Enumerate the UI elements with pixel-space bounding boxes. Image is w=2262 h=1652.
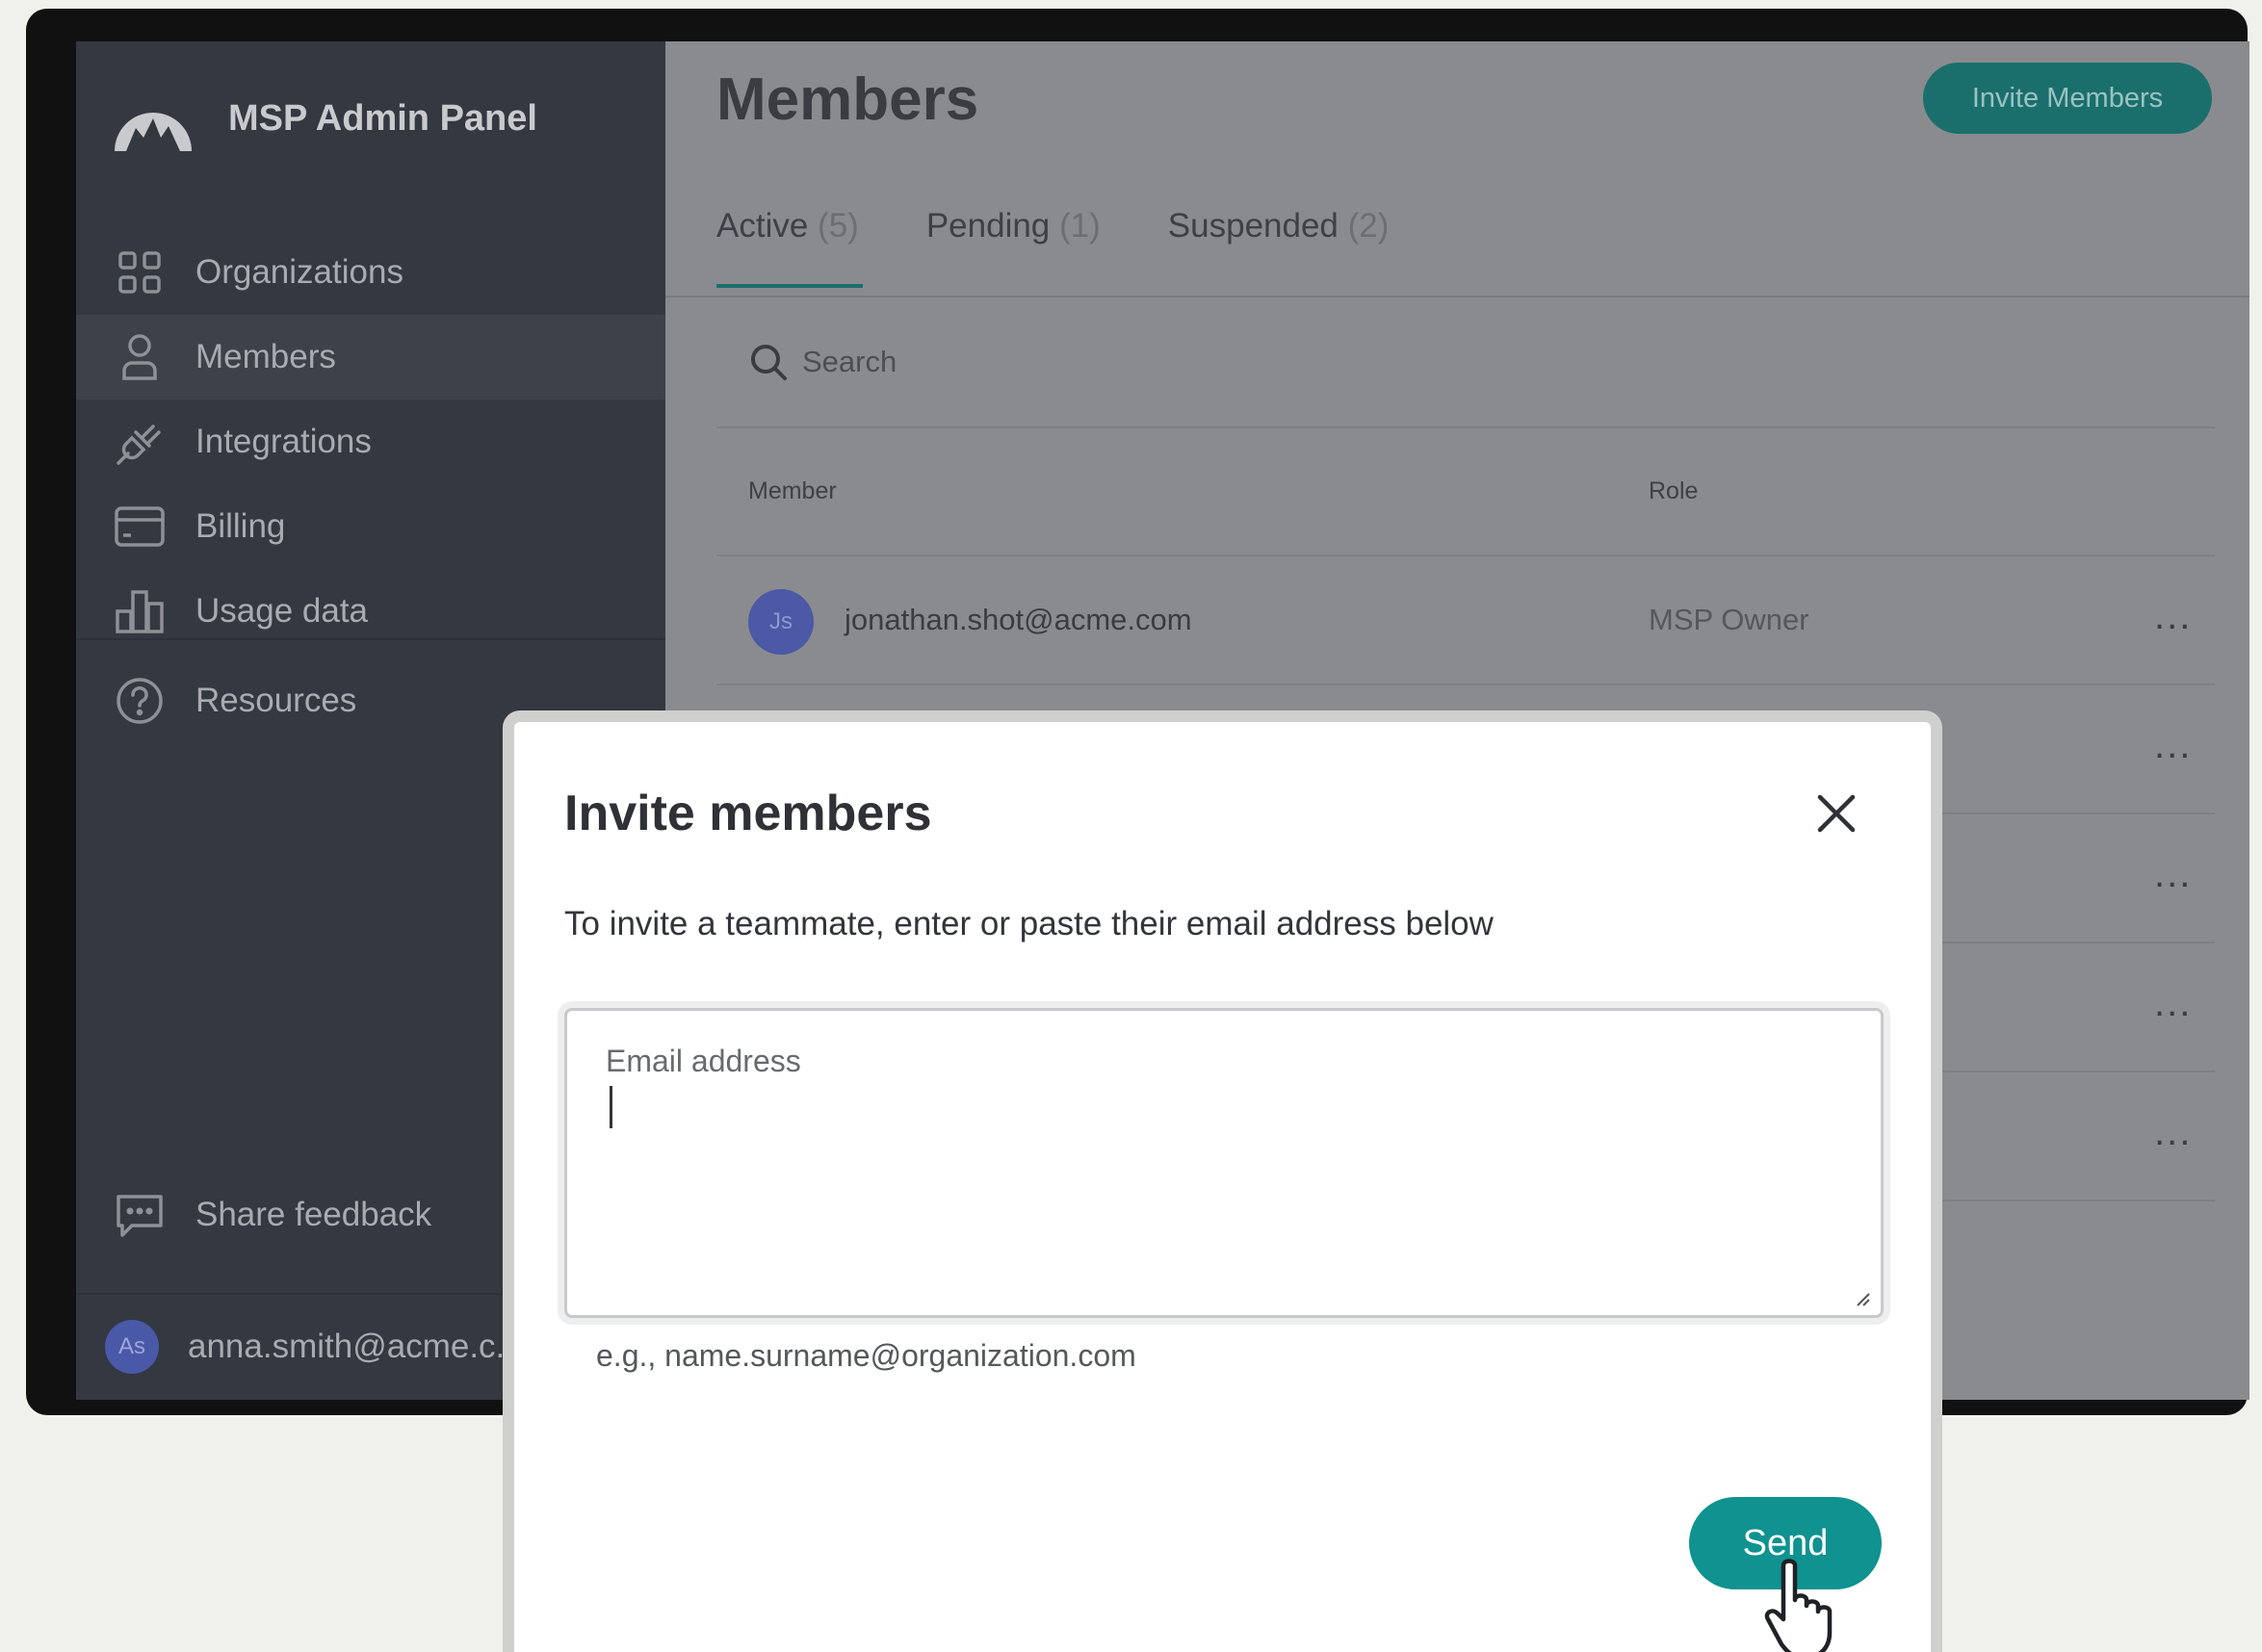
help-circle-icon	[113, 674, 167, 728]
tab-label: Suspended	[1167, 207, 1339, 245]
search-icon	[751, 345, 787, 380]
tab-pending[interactable]: Pending (1)	[926, 207, 1101, 288]
tab-active[interactable]: Active (5)	[716, 207, 863, 288]
close-icon[interactable]	[1814, 791, 1859, 836]
page-title: Members	[716, 66, 979, 133]
row-actions-button[interactable]: ...	[2154, 853, 2192, 896]
tabs-divider	[665, 296, 2249, 297]
sidebar-item-billing[interactable]: Billing	[76, 484, 665, 569]
table-row[interactable]: Js jonathan.shot@acme.com MSP Owner ...	[716, 556, 2215, 685]
credit-card-icon	[113, 500, 167, 554]
tab-label: Pending	[925, 207, 1051, 245]
column-header-role[interactable]: Role	[1649, 478, 1698, 505]
invite-members-button[interactable]: Invite Members	[1923, 63, 2212, 134]
hand-pointer-icon	[1764, 1559, 1833, 1652]
plug-icon	[113, 415, 167, 469]
email-placeholder: Email address	[606, 1044, 801, 1078]
search-placeholder: Search	[802, 345, 897, 378]
tab-count: (1)	[1059, 207, 1101, 245]
sidebar-item-members[interactable]: Members	[76, 315, 665, 400]
sidebar-item-label: Usage data	[195, 592, 369, 630]
brand[interactable]: MSP Admin Panel	[111, 80, 537, 157]
sidebar-item-label: Billing	[195, 507, 286, 545]
member-tabs: Active (5) Pending (1) Suspended (2)	[716, 207, 1456, 288]
text-caret	[610, 1086, 612, 1128]
grid-icon	[113, 245, 167, 299]
current-user[interactable]: As anna.smith@acme.c...	[105, 1318, 524, 1376]
tab-suspended[interactable]: Suspended (2)	[1168, 207, 1390, 288]
row-actions-button[interactable]: ...	[2154, 595, 2192, 638]
row-actions-button[interactable]: ...	[2154, 982, 2192, 1025]
current-user-email: anna.smith@acme.c...	[188, 1328, 524, 1365]
app-title: MSP Admin Panel	[228, 97, 537, 139]
sidebar-item-label: Organizations	[195, 253, 403, 291]
sidebar-item-usage-data[interactable]: Usage data	[76, 569, 665, 654]
tab-count: (5)	[818, 207, 859, 245]
sidebar-item-label: Integrations	[195, 423, 372, 460]
email-field[interactable]: Email address	[564, 1008, 1884, 1318]
sidebar-item-label: Members	[195, 338, 336, 375]
member-role: MSP Owner	[1649, 603, 1809, 636]
avatar: Js	[748, 589, 814, 655]
member-email: jonathan.shot@acme.com	[845, 603, 1192, 636]
resize-grip-icon[interactable]	[1852, 1288, 1871, 1307]
person-icon	[113, 330, 167, 384]
sidebar-item-integrations[interactable]: Integrations	[76, 400, 665, 484]
tab-label: Active	[716, 207, 809, 245]
chat-bubble-icon	[113, 1188, 167, 1242]
sidebar-nav: Organizations Members Integrations Billi…	[76, 230, 665, 654]
sidebar-divider	[76, 638, 665, 640]
modal-description: To invite a teammate, enter or paste the…	[564, 905, 1494, 942]
row-actions-button[interactable]: ...	[2154, 724, 2192, 767]
sidebar-item-organizations[interactable]: Organizations	[76, 230, 665, 315]
sidebar-item-label: Share feedback	[195, 1196, 432, 1233]
mountain-logo-icon	[115, 113, 192, 151]
search-input[interactable]: Search	[748, 342, 897, 382]
invite-members-modal: Invite members To invite a teammate, ent…	[503, 710, 1942, 1652]
sidebar-item-label: Resources	[195, 682, 357, 719]
avatar: As	[105, 1320, 159, 1374]
search-divider	[716, 426, 2215, 428]
email-hint: e.g., name.surname@organization.com	[596, 1338, 1136, 1373]
tab-count: (2)	[1347, 207, 1390, 245]
column-header-member[interactable]: Member	[748, 478, 837, 505]
modal-title: Invite members	[564, 786, 932, 841]
row-actions-button[interactable]: ...	[2154, 1111, 2192, 1154]
bar-chart-icon	[113, 584, 167, 638]
